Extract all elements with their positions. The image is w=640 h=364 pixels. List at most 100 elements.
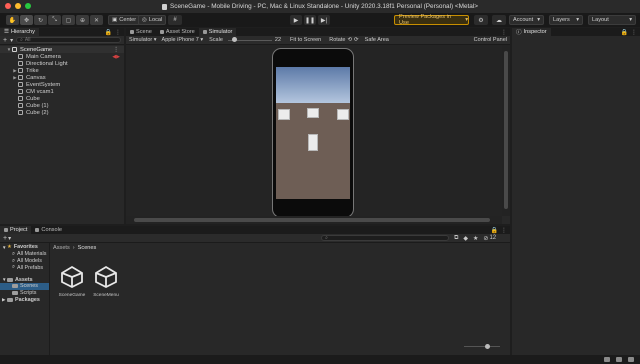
- tree-row-assets[interactable]: ▼ Assets: [0, 276, 49, 283]
- preview-packages-dropdown[interactable]: Preview Packages in Use ▾: [394, 14, 469, 26]
- step-icon[interactable]: ▶|: [318, 15, 330, 25]
- rotate-left-icon[interactable]: ⟲: [347, 37, 352, 43]
- tree-row-trike[interactable]: ▶ Trike: [0, 67, 124, 74]
- horizontal-scroll-thumb[interactable]: [134, 218, 490, 222]
- kebab-menu-icon[interactable]: ⋮: [113, 47, 119, 53]
- tab-scene[interactable]: Scene: [126, 28, 156, 36]
- search-icon: ⌕: [12, 264, 16, 271]
- tree-row-scenes[interactable]: Scenes: [0, 282, 49, 290]
- main-toolbar: ✋ ✥ ↻ ⤡ ▢ ⊕ ✕ ▣ Center ◎ Local # ▶ ❚❚ ▶|…: [0, 13, 640, 27]
- fit-to-screen-toggle[interactable]: Fit to Screen: [290, 37, 321, 43]
- favorite-icon[interactable]: ★: [473, 235, 478, 242]
- tree-row-cm-vcam1[interactable]: CM vcam1: [0, 88, 124, 95]
- tree-row-label: Main Camera: [26, 53, 61, 60]
- add-icon[interactable]: +: [3, 37, 7, 44]
- scale-slider[interactable]: [227, 37, 272, 43]
- list-icon: ☰: [4, 29, 10, 35]
- label-icon[interactable]: ◆: [463, 235, 468, 242]
- tree-row-label: SceneGame: [20, 46, 53, 53]
- tab-console[interactable]: Console: [31, 226, 66, 234]
- settings-icon[interactable]: ⚙: [474, 15, 488, 25]
- rect-tool-icon[interactable]: ▢: [62, 15, 75, 25]
- kebab-menu-icon[interactable]: ⋮: [631, 29, 637, 36]
- tree-row-cube[interactable]: Cube: [0, 95, 124, 102]
- tree-row-all-materials[interactable]: ⌕ All Materials: [0, 251, 49, 258]
- lock-icon[interactable]: 🔒: [105, 29, 112, 36]
- icon-size-slider-knob[interactable]: [485, 344, 490, 349]
- safe-area-toggle[interactable]: Safe Area: [365, 37, 389, 43]
- tree-row-packages[interactable]: ▶ Packages: [0, 297, 49, 304]
- tab-hierarchy[interactable]: ☰ Hierarchy: [0, 28, 39, 36]
- icon-size-slider[interactable]: [464, 346, 500, 347]
- layout-dropdown[interactable]: Layout ▾: [588, 15, 636, 25]
- breadcrumb-assets[interactable]: Assets: [53, 245, 70, 251]
- debug-icon[interactable]: [628, 357, 634, 362]
- close-window-button[interactable]: [5, 3, 11, 9]
- inspector-tab-label: Inspector: [523, 29, 547, 35]
- asset-scenegame[interactable]: SceneGame: [57, 265, 87, 298]
- scale-slider-knob[interactable]: [231, 37, 237, 42]
- rotate-tool-icon[interactable]: ↻: [34, 15, 47, 25]
- tree-row-main-camera[interactable]: Main Camera ◀▶: [0, 53, 124, 60]
- chevron-down-icon[interactable]: ▾: [8, 235, 11, 242]
- preview-packages-label: Preview Packages in Use: [399, 14, 451, 26]
- tree-row-cube-2[interactable]: Cube (2): [0, 109, 124, 116]
- lock-icon[interactable]: 🔒: [491, 227, 498, 234]
- scale-tool-icon[interactable]: ⤡: [48, 15, 61, 25]
- tree-row-cube-1[interactable]: Cube (1): [0, 102, 124, 109]
- tree-row-all-prefabs[interactable]: ⌕ All Prefabs: [0, 264, 49, 271]
- horizontal-scrollbar[interactable]: [126, 216, 502, 224]
- kebab-menu-icon[interactable]: ⋮: [115, 29, 121, 36]
- layers-dropdown[interactable]: Layers ▾: [549, 15, 583, 25]
- add-icon[interactable]: +: [3, 235, 7, 242]
- tab-inspector[interactable]: ⓘ Inspector: [512, 28, 551, 36]
- tree-row-scenegame[interactable]: ▼ SceneGame ⋮: [0, 46, 124, 53]
- chevron-down-icon[interactable]: ▾: [10, 37, 13, 44]
- control-panel-button[interactable]: Control Panel: [474, 37, 507, 43]
- tab-project[interactable]: Project: [0, 226, 32, 234]
- inspector-panel-menu: 🔒 ⋮: [621, 28, 637, 36]
- simulator-mode-dropdown[interactable]: Simulator ▾: [129, 37, 157, 43]
- tree-row-favorites[interactable]: ▼ ★ Favorites: [0, 244, 49, 251]
- tree-row-directional-light[interactable]: Directional Light: [0, 60, 124, 67]
- asset-scenemenu[interactable]: SceneMenu: [91, 265, 121, 298]
- kebab-menu-icon[interactable]: ⋮: [501, 227, 507, 234]
- tree-row-label: Directional Light: [26, 60, 68, 67]
- custom-tool-icon[interactable]: ✕: [90, 15, 103, 25]
- play-icon[interactable]: ▶: [290, 15, 302, 25]
- simulator-toolbar: Simulator ▾ Apple iPhone 7 ▾ Scale 22 Fi…: [126, 36, 510, 45]
- tab-asset-store[interactable]: Asset Store: [156, 28, 199, 36]
- lock-icon[interactable]: 🔒: [621, 29, 628, 36]
- game-screen[interactable]: [276, 67, 350, 199]
- grid-snap-icon[interactable]: #: [168, 15, 182, 25]
- breadcrumb-scenes[interactable]: Scenes: [78, 245, 97, 251]
- cloud-icon[interactable]: ☁: [492, 15, 506, 25]
- hierarchy-panel-menu: 🔒 ⋮: [105, 28, 121, 36]
- filter-icon[interactable]: ⧉: [454, 235, 458, 242]
- tree-row-canvas[interactable]: ▶ Canvas: [0, 74, 124, 81]
- tab-simulator[interactable]: Simulator: [198, 28, 237, 36]
- hierarchy-search-input[interactable]: ⌕ All: [16, 37, 121, 43]
- hidden-packages-icon[interactable]: ⊘: [483, 235, 488, 242]
- zoom-window-button[interactable]: [25, 3, 31, 9]
- tree-row-scripts[interactable]: Scripts: [0, 290, 49, 297]
- cache-icon[interactable]: [604, 357, 610, 362]
- minimize-window-button[interactable]: [15, 3, 21, 9]
- pause-icon[interactable]: ❚❚: [304, 15, 316, 25]
- kebab-menu-icon[interactable]: ⋮: [501, 29, 507, 36]
- project-search-input[interactable]: ⌕: [321, 235, 450, 241]
- tree-row-eventsystem[interactable]: EventSystem: [0, 81, 124, 88]
- move-tool-icon[interactable]: ✥: [20, 15, 33, 25]
- hand-tool-icon[interactable]: ✋: [6, 15, 19, 25]
- simulator-viewport[interactable]: [126, 45, 502, 218]
- account-dropdown[interactable]: Account ▾: [509, 15, 544, 25]
- pivot-local-button[interactable]: ◎ Local: [138, 15, 167, 25]
- pivot-center-button[interactable]: ▣ Center: [108, 15, 141, 25]
- transform-tool-icon[interactable]: ⊕: [76, 15, 89, 25]
- device-dropdown[interactable]: Apple iPhone 7 ▾: [162, 37, 204, 43]
- progress-icon[interactable]: [616, 357, 622, 362]
- tree-row-all-models[interactable]: ⌕ All Models: [0, 258, 49, 265]
- vertical-scroll-thumb[interactable]: [504, 51, 508, 209]
- rotate-right-icon[interactable]: ⟳: [354, 37, 359, 43]
- vertical-scrollbar[interactable]: [502, 45, 510, 216]
